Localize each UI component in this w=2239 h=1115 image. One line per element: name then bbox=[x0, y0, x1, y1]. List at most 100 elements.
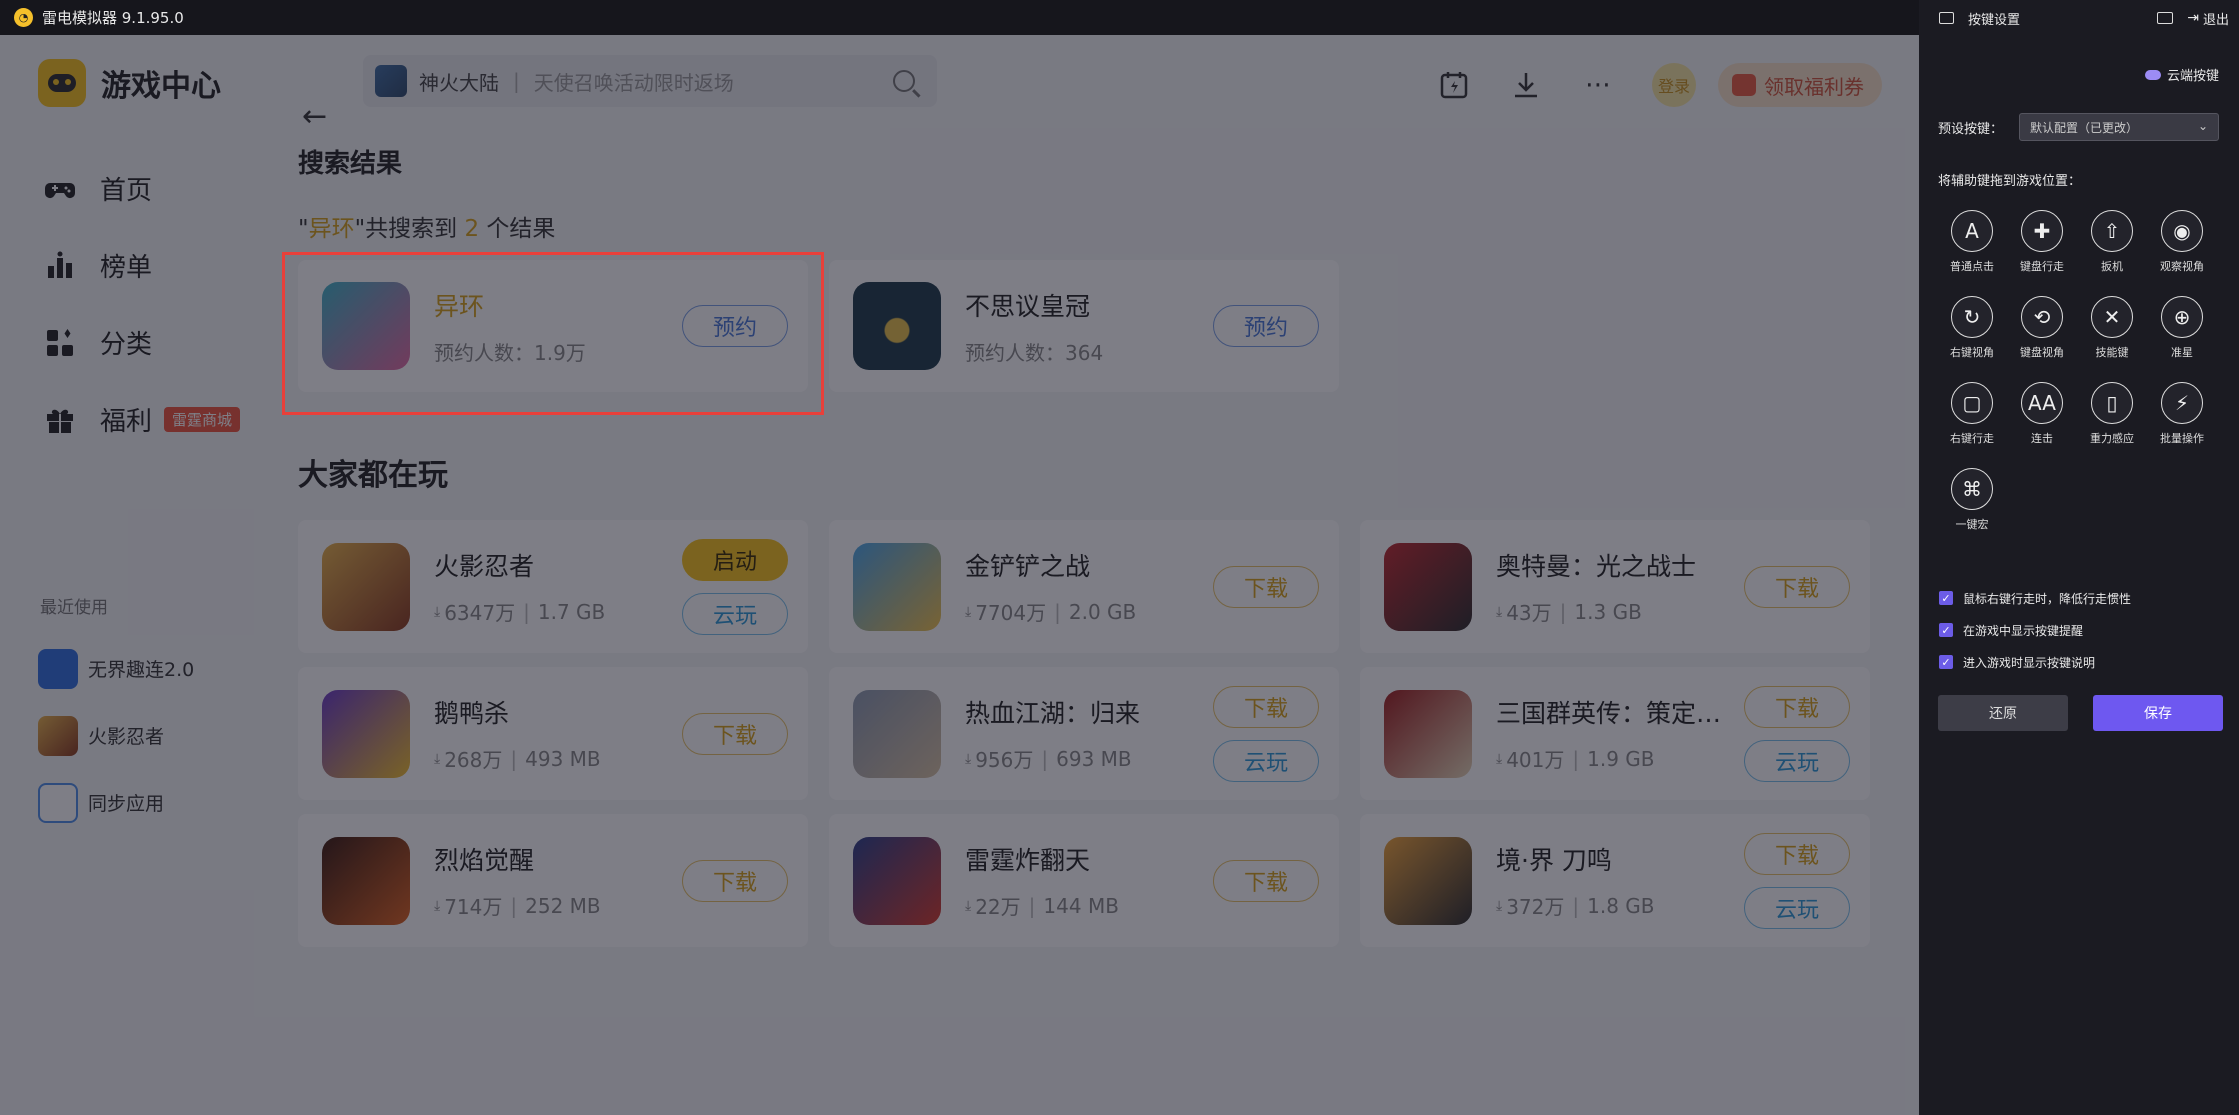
mouse-walk-icon[interactable]: ▢ bbox=[1951, 382, 1993, 424]
result-card-crown[interactable]: 不思议皇冠 预约人数：364 预约 bbox=[829, 260, 1339, 392]
search-input[interactable]: 神火大陆 | 天使召唤活动限时返场 bbox=[363, 55, 937, 107]
rclick-view-icon[interactable]: ↻ bbox=[1951, 296, 1993, 338]
combo-icon[interactable]: AA bbox=[2021, 382, 2063, 424]
key-tool[interactable]: ↻ 右键视角 bbox=[1937, 296, 2007, 360]
key-tool[interactable]: ⚡ 批量操作 bbox=[2147, 382, 2217, 446]
key-tool[interactable]: ⇧ 扳机 bbox=[2077, 210, 2147, 274]
emulator-screen[interactable]: 游戏中心 首页 榜单 分类 福利 雷霆商城 最近使用 无界趣连2.0 火影忍者 bbox=[0, 35, 1919, 1115]
game-center-logo-icon bbox=[38, 59, 86, 107]
keyboard-view-icon[interactable]: ⟲ bbox=[2021, 296, 2063, 338]
game-card[interactable]: 鹅鸭杀 ⤓ 268万 | 493 MB 下载 bbox=[298, 667, 808, 800]
key-tool[interactable]: ✕ 技能键 bbox=[2077, 296, 2147, 360]
key-tool[interactable]: ✚ 键盘行走 bbox=[2007, 210, 2077, 274]
sidebar-item-welfare[interactable]: 福利 雷霆商城 bbox=[44, 381, 241, 458]
download-button[interactable]: 下载 bbox=[1213, 859, 1319, 902]
cloud-play-button[interactable]: 云玩 bbox=[1213, 739, 1319, 782]
cloud-play-button[interactable]: 云玩 bbox=[1744, 886, 1850, 929]
key-tool[interactable]: ◉ 观察视角 bbox=[2147, 210, 2217, 274]
card-actions: 启动 云玩 bbox=[682, 538, 788, 635]
game-title: 境·界 刀鸣 bbox=[1496, 846, 1612, 875]
game-card[interactable]: 烈焰觉醒 ⤓ 714万 | 252 MB 下载 bbox=[298, 814, 808, 947]
download-button[interactable]: 下载 bbox=[1213, 685, 1319, 728]
game-size: 144 MB bbox=[1043, 893, 1119, 918]
game-stats: ⤓ 6347万 | 1.7 GB bbox=[434, 597, 682, 626]
cloud-play-button[interactable]: 云玩 bbox=[682, 592, 788, 635]
calendar-icon[interactable] bbox=[1436, 67, 1472, 103]
game-card[interactable]: 雷霆炸翻天 ⤓ 22万 | 144 MB 下载 bbox=[829, 814, 1339, 947]
download-count: 7704万 bbox=[975, 601, 1047, 625]
checkbox-checked-icon[interactable]: ✓ bbox=[1939, 655, 1953, 669]
checkbox-checked-icon[interactable]: ✓ bbox=[1939, 623, 1953, 637]
skill-icon[interactable]: ✕ bbox=[2091, 296, 2133, 338]
preset-label: 预设按键： bbox=[1938, 122, 2004, 137]
exit-label[interactable]: 退出 bbox=[2203, 9, 2229, 28]
game-icon bbox=[853, 542, 941, 631]
game-card[interactable]: 三国群英传：策定九州 ⤓ 401万 | 1.9 GB 下载 云玩 bbox=[1360, 667, 1870, 800]
game-card[interactable]: 奥特曼：光之战士 ⤓ 43万 | 1.3 GB 下载 bbox=[1360, 520, 1870, 653]
key-tool[interactable]: ▢ 右键行走 bbox=[1937, 382, 2007, 446]
crosshair-icon[interactable]: ⊕ bbox=[2161, 296, 2203, 338]
key-tool[interactable]: ▯ 重力感应 bbox=[2077, 382, 2147, 446]
sidebar-item-label: 榜单 bbox=[100, 253, 153, 283]
reserve-button[interactable]: 预约 bbox=[1213, 305, 1319, 347]
option-row[interactable]: ✓ 进入游戏时显示按键说明 bbox=[1939, 646, 2131, 678]
search-icon[interactable] bbox=[893, 70, 915, 92]
eye-icon[interactable]: ◉ bbox=[2161, 210, 2203, 252]
download-count-icon: ⤓ bbox=[434, 897, 441, 914]
sidebar-item-home[interactable]: 首页 bbox=[44, 150, 240, 227]
result-card-yihuan[interactable]: 异环 预约人数：1.9万 预约 bbox=[298, 260, 808, 392]
save-button[interactable]: 保存 bbox=[2093, 695, 2223, 731]
cloud-keys-button[interactable]: 云端按键 bbox=[2144, 65, 2219, 84]
key-tool[interactable]: A 普通点击 bbox=[1937, 210, 2007, 274]
exit-icon[interactable]: ⇥ bbox=[2187, 10, 2199, 26]
back-arrow-icon[interactable]: ← bbox=[302, 99, 327, 134]
tap-icon[interactable]: A bbox=[1951, 210, 1993, 252]
download-button[interactable]: 下载 bbox=[1744, 565, 1850, 608]
reset-button[interactable]: 还原 bbox=[1938, 695, 2068, 731]
game-card[interactable]: 金铲铲之战 ⤓ 7704万 | 2.0 GB 下载 bbox=[829, 520, 1339, 653]
folder-icon[interactable] bbox=[2157, 12, 2174, 24]
coupon-button[interactable]: 领取福利券 bbox=[1718, 63, 1882, 107]
game-icon bbox=[853, 836, 941, 925]
download-button[interactable]: 下载 bbox=[1213, 565, 1319, 608]
option-row[interactable]: ✓ 鼠标右键行走时，降低行走惯性 bbox=[1939, 582, 2131, 614]
batch-icon[interactable]: ⚡ bbox=[2161, 382, 2203, 424]
recent-item[interactable]: 火影忍者 bbox=[38, 702, 194, 769]
sidebar-item-category[interactable]: 分类 bbox=[44, 304, 240, 381]
option-row[interactable]: ✓ 在游戏中显示按键提醒 bbox=[1939, 614, 2131, 646]
more-icon[interactable]: ⋯ bbox=[1580, 67, 1616, 103]
key-tool[interactable]: ⊕ 准星 bbox=[2147, 296, 2217, 360]
download-button[interactable]: 下载 bbox=[1744, 685, 1850, 728]
game-stats: ⤓ 22万 | 144 MB bbox=[965, 891, 1213, 920]
gravity-icon[interactable]: ▯ bbox=[2091, 382, 2133, 424]
ranking-icon bbox=[48, 251, 72, 278]
key-tool[interactable]: AA 连击 bbox=[2007, 382, 2077, 446]
checkbox-checked-icon[interactable]: ✓ bbox=[1939, 591, 1953, 605]
preset-select[interactable]: 默认配置（已更改） ⌄ bbox=[2019, 113, 2219, 141]
game-card[interactable]: 热血江湖：归来 ⤓ 956万 | 693 MB 下载 云玩 bbox=[829, 667, 1339, 800]
macro-icon[interactable]: ⌘ bbox=[1951, 468, 1993, 510]
card-actions: 下载 云玩 bbox=[1744, 832, 1850, 929]
sidebar-item-ranking[interactable]: 榜单 bbox=[44, 227, 240, 304]
game-card[interactable]: 境·界 刀鸣 ⤓ 372万 | 1.8 GB 下载 云玩 bbox=[1360, 814, 1870, 947]
game-card[interactable]: 火影忍者 ⤓ 6347万 | 1.7 GB 启动 云玩 bbox=[298, 520, 808, 653]
launch-button[interactable]: 启动 bbox=[682, 538, 788, 581]
cloud-play-button[interactable]: 云玩 bbox=[1744, 739, 1850, 782]
recent-item[interactable]: 同步应用 bbox=[38, 769, 194, 836]
recent-item-label: 同步应用 bbox=[88, 793, 165, 815]
reserve-button[interactable]: 预约 bbox=[682, 305, 788, 347]
cloud-icon bbox=[2144, 69, 2161, 80]
download-button[interactable]: 下载 bbox=[682, 859, 788, 902]
game-title: 金铲铲之战 bbox=[965, 552, 1091, 581]
login-button[interactable]: 登录 bbox=[1652, 63, 1696, 107]
dpad-icon[interactable]: ✚ bbox=[2021, 210, 2063, 252]
count-number: 2 bbox=[464, 216, 480, 242]
cloud-keys-label: 云端按键 bbox=[2166, 69, 2219, 84]
download-button[interactable]: 下载 bbox=[1744, 832, 1850, 875]
recent-item[interactable]: 无界趣连2.0 bbox=[38, 635, 194, 702]
trigger-icon[interactable]: ⇧ bbox=[2091, 210, 2133, 252]
download-icon[interactable] bbox=[1508, 67, 1544, 103]
download-button[interactable]: 下载 bbox=[682, 712, 788, 755]
key-tool[interactable]: ⌘ 一键宏 bbox=[1937, 468, 2007, 532]
key-tool[interactable]: ⟲ 键盘视角 bbox=[2007, 296, 2077, 360]
